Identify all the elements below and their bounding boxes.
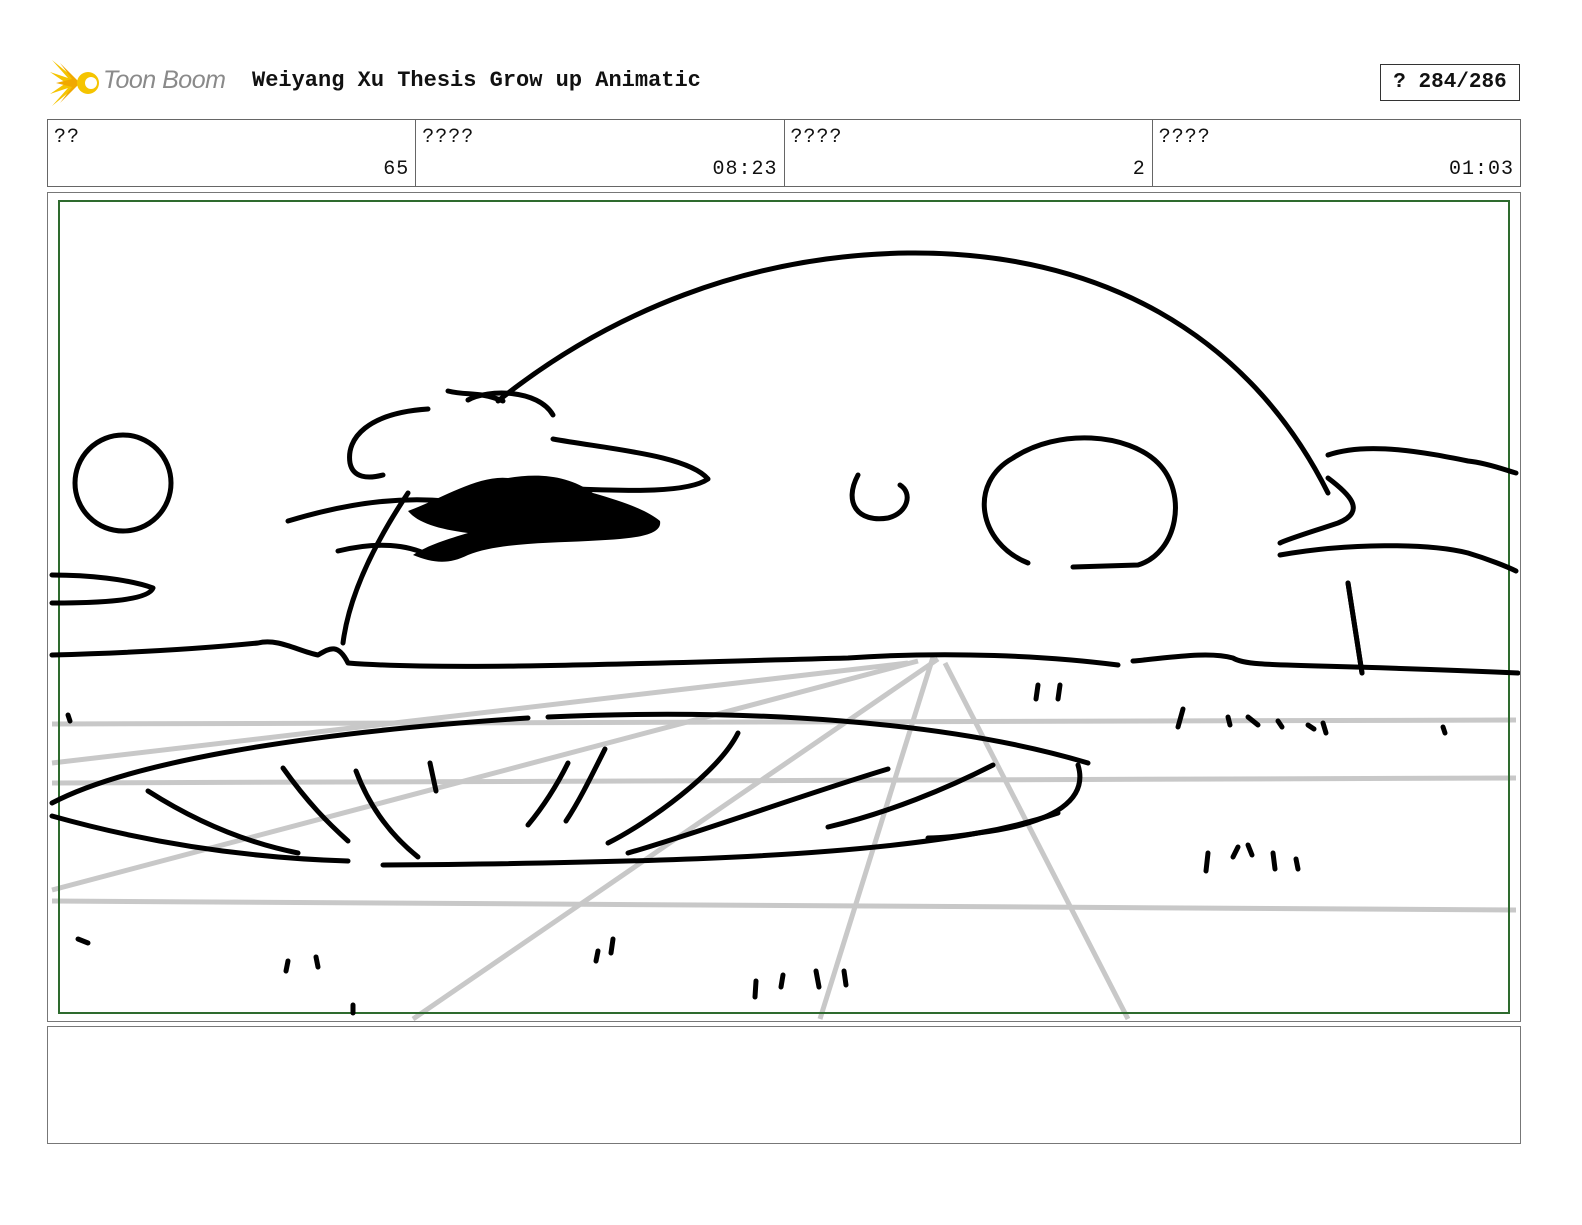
info-cell-scene: ?? 65 <box>48 120 417 186</box>
shot-info-row: ?? 65 ???? 08:23 ???? 2 ???? 01:03 <box>47 119 1521 187</box>
info-label: ???? <box>422 126 475 149</box>
info-value: 2 <box>1132 158 1146 181</box>
ink-drawing <box>49 250 1520 1016</box>
panel-notes-box <box>47 1026 1521 1144</box>
info-value: 08:23 <box>712 158 778 181</box>
info-label: ???? <box>1158 126 1211 149</box>
panel-sketch <box>49 200 1520 1021</box>
info-value: 65 <box>383 158 410 181</box>
info-cell-panel: ???? 2 <box>785 120 1153 186</box>
info-cell-duration: ???? 08:23 <box>416 120 785 186</box>
info-cell-panel-duration: ???? 01:03 <box>1153 120 1520 186</box>
page-counter: ? 284/286 <box>1380 64 1520 101</box>
perspective-guides <box>51 656 1517 1021</box>
project-title: Weiyang Xu Thesis Grow up Animatic <box>252 68 701 93</box>
info-label: ?? <box>54 126 81 149</box>
toon-boom-logo: Toon Boom <box>50 58 240 108</box>
safe-frame <box>58 200 1510 1014</box>
logo-text: Toon Boom <box>103 66 226 94</box>
toon-boom-flame-icon <box>50 60 99 106</box>
info-label: ???? <box>790 126 843 149</box>
info-value: 01:03 <box>1448 158 1514 181</box>
storyboard-panel <box>47 192 1521 1022</box>
